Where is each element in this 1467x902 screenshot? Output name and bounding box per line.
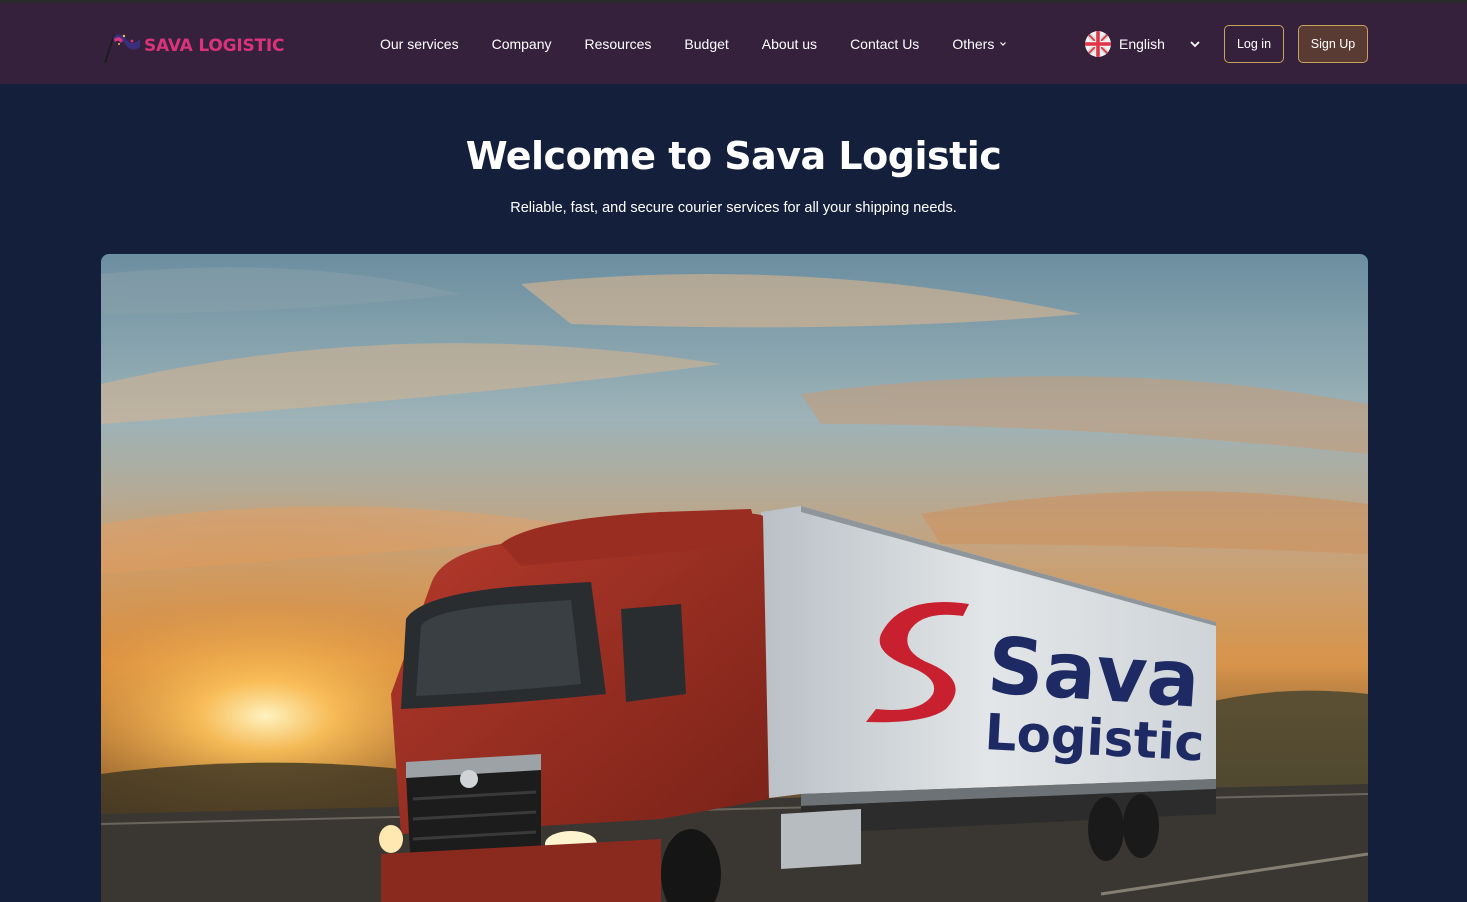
navbar: SAVA LOGISTIC Our services Company Resou… <box>0 3 1467 84</box>
hero-title: Welcome to Sava Logistic <box>465 134 1002 178</box>
nav-company[interactable]: Company <box>492 36 552 52</box>
hero-image-truck: Sava Logistic <box>101 254 1368 902</box>
nav-contact-us[interactable]: Contact Us <box>850 36 919 52</box>
language-label: English <box>1119 36 1165 52</box>
nav-budget[interactable]: Budget <box>684 36 728 52</box>
login-button[interactable]: Log in <box>1224 25 1284 63</box>
language-selector[interactable]: English <box>1085 31 1200 57</box>
brand-logo[interactable]: SAVA LOGISTIC <box>102 27 285 65</box>
nav-others-dropdown[interactable]: Others <box>952 36 1007 52</box>
hero-subtitle: Reliable, fast, and secure courier servi… <box>510 200 957 216</box>
page: SAVA LOGISTIC Our services Company Resou… <box>0 0 1467 902</box>
chevron-down-icon <box>1000 42 1007 46</box>
main-nav: Our services Company Resources Budget Ab… <box>380 33 1040 55</box>
chevron-down-icon <box>1190 41 1200 48</box>
truck-at-sunset-illustration: Sava Logistic <box>101 254 1368 902</box>
logo-mark-icon <box>104 34 140 64</box>
nav-resources[interactable]: Resources <box>585 36 652 52</box>
uk-flag-icon <box>1085 31 1111 57</box>
signup-button[interactable]: Sign Up <box>1298 25 1368 63</box>
brand-name: SAVA LOGISTIC <box>144 35 285 56</box>
nav-others-label: Others <box>952 36 995 52</box>
nav-our-services[interactable]: Our services <box>380 36 459 52</box>
nav-about-us[interactable]: About us <box>762 36 817 52</box>
truck-brand-text-2: Logistic <box>983 703 1205 772</box>
